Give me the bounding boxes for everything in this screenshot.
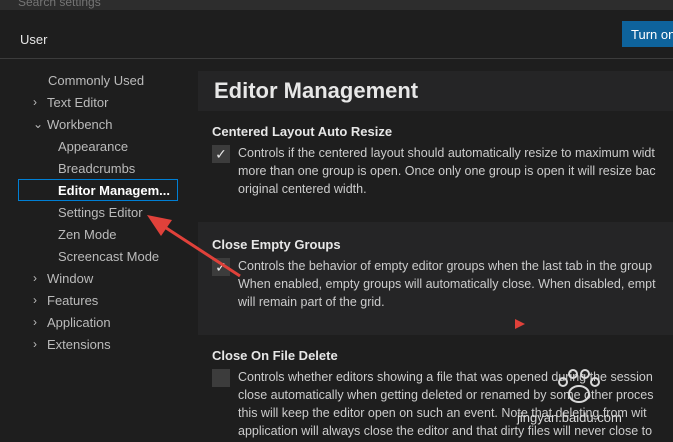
- chevron-down-icon: ⌄: [33, 117, 44, 131]
- search-bar: [0, 0, 673, 10]
- setting-title: Close Empty Groups: [212, 237, 341, 252]
- baidu-paw-logo: [558, 369, 600, 403]
- setting-checkbox[interactable]: ✓: [212, 258, 230, 276]
- description-line: original centered width.: [238, 182, 367, 196]
- chevron-right-icon: ›: [33, 271, 37, 285]
- turn-on-sync-button[interactable]: Turn on: [622, 21, 673, 47]
- toc-item-label: Commonly Used: [48, 72, 145, 88]
- tab-user[interactable]: User: [12, 20, 56, 60]
- chevron-right-icon: ›: [33, 337, 37, 351]
- toc-item-label: Editor Managem...: [58, 182, 170, 198]
- setting-description: Controls the behavior of empty editor gr…: [238, 257, 673, 311]
- search-input[interactable]: [16, 0, 660, 10]
- watermark-text: jingyan.baidu.com: [517, 410, 622, 425]
- setting-title: Close On File Delete: [212, 348, 338, 363]
- toc-item-screencast-mode[interactable]: Screencast Mode: [58, 245, 159, 267]
- toc-item-appearance[interactable]: Appearance: [58, 135, 128, 157]
- section-title: Editor Management: [214, 78, 419, 103]
- chevron-right-icon: ›: [33, 315, 37, 329]
- settings-tabs: User Turn on: [0, 10, 673, 60]
- setting-checkbox[interactable]: [212, 369, 230, 387]
- toc-item-editor-management[interactable]: Editor Managem...: [18, 179, 178, 201]
- toc-item-label: Window: [47, 270, 94, 286]
- description-line: When enabled, empty groups will automati…: [238, 277, 656, 291]
- toc-item-workbench[interactable]: ⌄ Workbench: [33, 113, 113, 135]
- setting-close-empty-groups: Close Empty Groups ✓ Controls the behavi…: [198, 222, 673, 335]
- toc-item-label: Settings Editor: [58, 204, 143, 220]
- checkmark-icon: ✓: [215, 258, 227, 275]
- setting-description: Controls if the centered layout should a…: [238, 144, 673, 198]
- toc-item-breadcrumbs[interactable]: Breadcrumbs: [58, 157, 135, 179]
- description-line: Controls the behavior of empty editor gr…: [238, 259, 653, 273]
- toc-item-application[interactable]: › Application: [33, 311, 111, 333]
- checkmark-icon: ✓: [215, 145, 227, 162]
- section-header: Editor Management: [198, 71, 673, 111]
- toc-item-window[interactable]: › Window: [33, 267, 93, 289]
- toc-item-label: Appearance: [58, 138, 129, 154]
- settings-toc: Commonly Used › Text Editor ⌄ Workbench …: [0, 59, 198, 442]
- toc-item-settings-editor[interactable]: Settings Editor: [58, 201, 143, 223]
- toc-item-label: Text Editor: [47, 94, 109, 110]
- toc-item-extensions[interactable]: › Extensions: [33, 333, 111, 355]
- setting-title: Centered Layout Auto Resize: [212, 124, 393, 139]
- chevron-right-icon: ›: [33, 293, 37, 307]
- chevron-right-icon: ›: [33, 95, 37, 109]
- description-line: more than one group is open. Once only o…: [238, 164, 656, 178]
- setting-centered-layout-auto-resize: Centered Layout Auto Resize ✓ Controls i…: [198, 119, 673, 219]
- setting-checkbox[interactable]: ✓: [212, 145, 230, 163]
- toc-item-label: Zen Mode: [58, 226, 117, 242]
- toc-item-label: Breadcrumbs: [58, 160, 136, 176]
- toc-item-commonly-used[interactable]: Commonly Used: [48, 69, 144, 91]
- toc-item-label: Application: [47, 314, 111, 330]
- description-line: will remain part of the grid.: [238, 295, 385, 309]
- toc-item-zen-mode[interactable]: Zen Mode: [58, 223, 117, 245]
- toc-item-text-editor[interactable]: › Text Editor: [33, 91, 108, 113]
- toc-item-label: Features: [47, 292, 99, 308]
- baidu-watermark: jingyan.baidu.com: [505, 360, 673, 442]
- toc-item-label: Extensions: [47, 336, 111, 352]
- toc-item-features[interactable]: › Features: [33, 289, 98, 311]
- toc-item-label: Screencast Mode: [58, 248, 160, 264]
- toc-item-label: Workbench: [47, 116, 113, 132]
- description-line: Controls if the centered layout should a…: [238, 146, 655, 160]
